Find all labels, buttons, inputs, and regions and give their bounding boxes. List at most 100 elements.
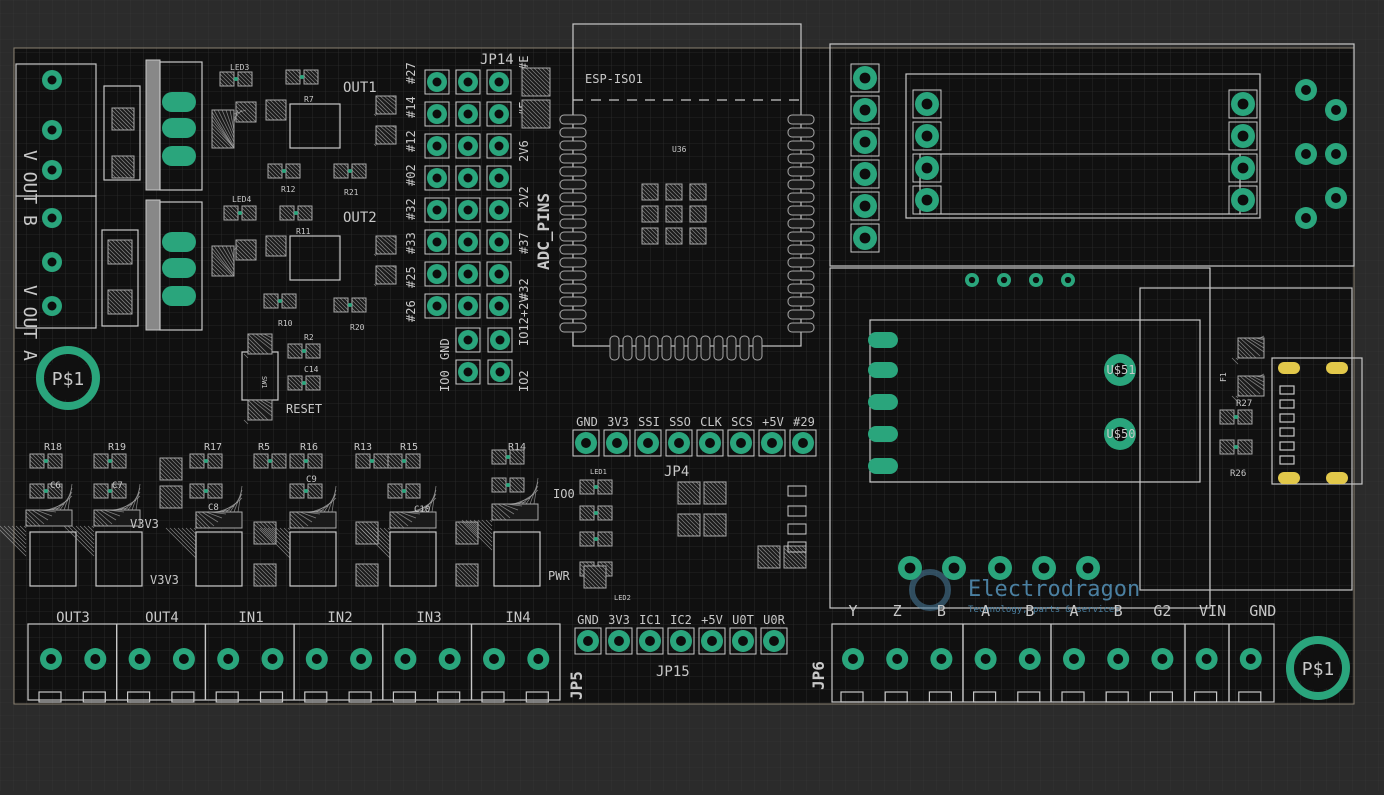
module-pad (788, 232, 814, 241)
terminal-pad-drill (135, 654, 145, 664)
smd (704, 514, 726, 536)
slot-pad (868, 426, 898, 442)
jp15-pin-drill (676, 636, 686, 646)
relay-pin-drill (1238, 195, 1249, 206)
header-pin-drill (1065, 277, 1071, 283)
rs485-pin-drill (949, 563, 960, 574)
input-c-via (304, 489, 308, 493)
io0-led-label: IO0 (553, 487, 575, 501)
terminal-label: IN1 (238, 610, 263, 626)
relay-pin-drill (922, 163, 933, 174)
module-pad (560, 219, 586, 228)
terminal-pad-drill (1113, 654, 1123, 664)
status-led-via (594, 511, 598, 515)
output-terminal-pad-drill (48, 76, 57, 85)
c14-via (302, 381, 306, 385)
terminal-label: A (1069, 602, 1078, 620)
terminal-pad-drill (46, 654, 56, 664)
relay-pin-drill (1238, 163, 1249, 174)
jp15-pin-label: GND (577, 613, 599, 627)
jp14-pin-label: #14 (404, 96, 418, 118)
terminal-pad-drill (356, 654, 366, 664)
usb-pad (1278, 472, 1300, 484)
terminal-label: IN2 (327, 610, 352, 626)
module-pad (560, 141, 586, 150)
smd (290, 512, 336, 528)
smd (160, 458, 182, 480)
screw-pad-drill (1301, 85, 1311, 95)
mount-hole-label: P$1 (52, 369, 85, 390)
module-pad (788, 310, 814, 319)
terminal-label: G2 (1153, 602, 1171, 620)
screw-pad-drill (1331, 105, 1341, 115)
jp14-pin-drill (464, 336, 473, 345)
jp14-pin-drill (495, 206, 504, 215)
input-ref: R14 (508, 442, 526, 453)
cap-ref: C9 (306, 475, 317, 485)
terminal-pad-drill (1025, 654, 1035, 664)
module-pad (788, 258, 814, 267)
terminal-pad-drill (489, 654, 499, 664)
relay-pin-drill (922, 99, 933, 110)
jp15-pin-label: U0T (732, 613, 754, 627)
ref: R26 (1230, 469, 1246, 479)
rs485-pin-drill (995, 563, 1006, 574)
output-terminal-pad-drill (48, 166, 57, 175)
cap-ref: C10 (414, 505, 430, 515)
relay-pin-drill (1238, 131, 1249, 142)
module-pad (714, 336, 723, 360)
output-block-label: V OUT A (19, 285, 40, 361)
input-r-via (506, 455, 510, 459)
jp4-pin-label: CLK (700, 415, 722, 429)
terminal-pad-drill (268, 654, 278, 664)
jp14-pin-label: #32 (404, 198, 418, 220)
watermark-subtext: Technology, parts & services (968, 605, 1120, 615)
module-name: ESP-ISO1 (585, 72, 643, 86)
module-header-pin-drill (860, 169, 871, 180)
jp5-label: JP5 (567, 671, 586, 700)
terminal-pad-drill (981, 654, 991, 664)
smd (758, 546, 780, 568)
input-ref: R19 (108, 442, 126, 453)
jp4-pin-drill (736, 438, 746, 448)
header-pin-drill (969, 277, 975, 283)
output-terminal-pad-drill (48, 302, 57, 311)
pcb-canvas[interactable]: P$1P$1V OUT BV OUT AOUT1OUT2LED3LED4R7R1… (0, 0, 1384, 791)
module-pad (560, 115, 586, 124)
terminal-pad-drill (1202, 654, 1212, 664)
terminal-pad-drill (1069, 654, 1079, 664)
module-pad (788, 141, 814, 150)
reset-label: RESET (286, 402, 322, 416)
ref: R2 (304, 333, 314, 342)
led-ref: LED3 (230, 63, 249, 72)
terminal-pad-drill (936, 654, 946, 664)
terminal-pad-drill (848, 654, 858, 664)
v3v3-label: V3V3 (150, 573, 179, 587)
gnd-label: GND (438, 338, 452, 360)
jp4-pin-label: SSO (669, 415, 691, 429)
status-led-via (594, 537, 598, 541)
smd (492, 504, 538, 520)
module-pad (788, 245, 814, 254)
status-led-via (594, 485, 598, 489)
terminal-pad-drill (179, 654, 189, 664)
screw-pad-drill (1301, 213, 1311, 223)
jp14-pin-drill (495, 174, 504, 183)
smd (196, 512, 242, 528)
module-header-pin-drill (860, 201, 871, 212)
led-ref: LED2 (614, 594, 631, 602)
module-pad (788, 206, 814, 215)
output-block-label: V OUT B (19, 150, 40, 226)
module-pad (636, 336, 645, 360)
ref: R21 (344, 188, 359, 197)
ref: R12 (281, 185, 296, 194)
jp14-side-label: IO12+2V (517, 295, 531, 346)
input-ref: R17 (204, 442, 222, 453)
jp4-pin-label: #29 (793, 415, 815, 429)
watermark-text: Electrodragon (968, 577, 1140, 602)
module-pad (560, 180, 586, 189)
module-pad (788, 154, 814, 163)
input-r-via (304, 459, 308, 463)
mount-hole-label: P$1 (1302, 659, 1335, 680)
module-pad (788, 323, 814, 332)
